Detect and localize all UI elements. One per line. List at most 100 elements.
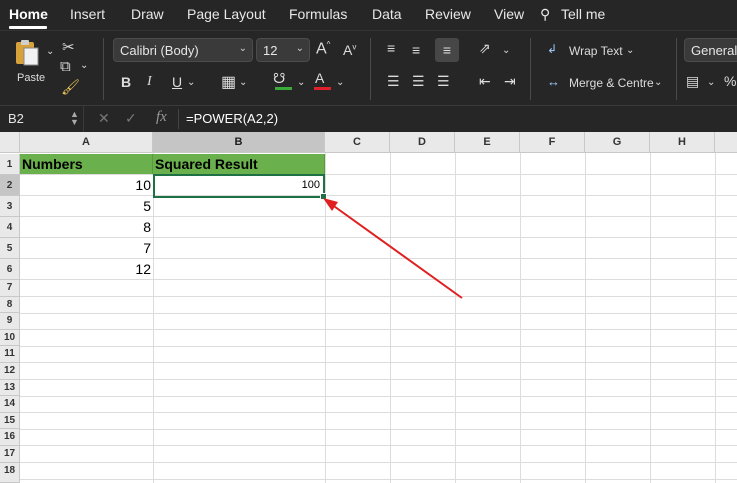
gridline [325, 153, 326, 483]
row-header-15[interactable]: 15 [0, 412, 20, 430]
underline-caret-icon[interactable]: ⌄ [187, 77, 195, 88]
gridline [20, 478, 737, 480]
row-header-3[interactable]: 3 [0, 196, 20, 217]
column-header-b[interactable]: B [153, 132, 325, 153]
column-header-f[interactable]: F [520, 132, 585, 153]
tab-data[interactable]: Data [372, 6, 402, 22]
tab-view[interactable]: View [494, 6, 524, 22]
paste-options-caret-icon[interactable]: ⌄ [46, 46, 54, 57]
merge-caret-icon[interactable]: ⌄ [654, 77, 662, 88]
tab-tell-me[interactable]: Tell me [561, 6, 605, 22]
increase-font-size-icon[interactable]: A^ [316, 40, 330, 58]
gridline [20, 445, 737, 447]
wrap-text-button[interactable]: Wrap Text [569, 44, 623, 58]
format-painter-icon[interactable]: 🖌 [61, 78, 80, 96]
orientation-caret-icon[interactable]: ⌄ [502, 45, 510, 56]
underline-button[interactable]: U [172, 74, 182, 90]
number-format-dropdown[interactable]: General [684, 38, 737, 62]
fill-caret-icon[interactable]: ⌄ [297, 77, 305, 88]
wrap-text-caret-icon[interactable]: ⌄ [626, 45, 634, 56]
column-header-partial[interactable] [715, 132, 737, 153]
enter-icon[interactable]: ✓ [125, 110, 137, 127]
active-tab-indicator [9, 26, 47, 29]
row-header-17[interactable]: 17 [0, 446, 20, 463]
cell-a2[interactable]: 10 [20, 175, 153, 195]
fill-handle[interactable] [320, 193, 327, 200]
fill-color-button[interactable]: ☋ [273, 70, 295, 92]
tell-me-icon[interactable]: ⚲ [540, 6, 550, 23]
borders-caret-icon[interactable]: ⌄ [239, 77, 247, 88]
paste-button[interactable] [12, 38, 46, 70]
select-all-corner[interactable] [0, 132, 20, 153]
bold-button[interactable]: B [121, 74, 131, 90]
row-header-18[interactable]: 18 [0, 462, 20, 483]
increase-indent-icon[interactable]: ⇥ [504, 73, 516, 90]
row-header-7[interactable]: 7 [0, 280, 20, 297]
row-header-8[interactable]: 8 [0, 296, 20, 314]
copy-icon[interactable]: ⧉ [60, 58, 71, 75]
cancel-icon[interactable]: ✕ [98, 110, 110, 127]
cut-icon[interactable]: ✂ [62, 38, 75, 56]
row-header-13[interactable]: 13 [0, 379, 20, 397]
gridline [20, 279, 737, 280]
row-header-5[interactable]: 5 [0, 238, 20, 259]
row-header-11[interactable]: 11 [0, 346, 20, 363]
ribbon: Home Insert Draw Page Layout Formulas Da… [0, 0, 737, 105]
cell-a3[interactable]: 5 [20, 196, 153, 216]
column-header-d[interactable]: D [390, 132, 455, 153]
align-left-icon[interactable]: ☰ [387, 73, 400, 90]
merge-centre-button[interactable]: Merge & Centre [569, 76, 654, 90]
cell-a1[interactable]: Numbers [20, 154, 153, 174]
chevron-down-icon: ⌄ [238, 43, 247, 54]
cell-a4[interactable]: 8 [20, 217, 153, 237]
orientation-icon[interactable]: ⇗ [479, 40, 491, 57]
italic-button[interactable]: I [147, 74, 152, 90]
tab-review[interactable]: Review [425, 6, 471, 22]
group-divider [676, 38, 677, 100]
font-size-dropdown[interactable]: 12 ⌄ [256, 38, 310, 62]
align-top-icon[interactable]: ≡ [387, 40, 395, 56]
column-header-a[interactable]: A [20, 132, 153, 153]
align-bottom-icon[interactable]: ≡ [435, 38, 459, 62]
decrease-font-size-icon[interactable]: Av [343, 42, 356, 58]
column-header-e[interactable]: E [455, 132, 520, 153]
align-center-icon[interactable]: ☰ [412, 73, 425, 90]
formula-input[interactable]: =POWER(A2,2) [186, 111, 278, 126]
currency-format-icon[interactable]: ▤ [686, 73, 699, 90]
font-color-button[interactable]: A [312, 70, 334, 92]
tab-formulas[interactable]: Formulas [289, 6, 347, 22]
align-middle-icon[interactable]: ≡ [412, 42, 420, 58]
row-header-10[interactable]: 10 [0, 329, 20, 347]
percent-icon[interactable]: % [724, 73, 736, 89]
borders-icon[interactable]: ▦ [221, 72, 236, 92]
name-box-stepper-icon[interactable]: ▲ ▼ [70, 110, 79, 127]
font-name-dropdown[interactable]: Calibri (Body) ⌄ [113, 38, 253, 62]
row-header-9[interactable]: 9 [0, 313, 20, 330]
column-header-g[interactable]: G [585, 132, 650, 153]
row-header-6[interactable]: 6 [0, 259, 20, 280]
decrease-indent-icon[interactable]: ⇤ [479, 73, 491, 90]
active-cell-selection [153, 174, 325, 198]
column-header-h[interactable]: H [650, 132, 715, 153]
row-header-16[interactable]: 16 [0, 429, 20, 446]
column-header-c[interactable]: C [325, 132, 390, 153]
row-header-14[interactable]: 14 [0, 396, 20, 413]
tab-page-layout[interactable]: Page Layout [187, 6, 266, 22]
tab-home[interactable]: Home [9, 6, 48, 22]
tab-draw[interactable]: Draw [131, 6, 164, 22]
cell-a6[interactable]: 12 [20, 259, 153, 279]
row-header-1[interactable]: 1 [0, 154, 20, 175]
cell-b1[interactable]: Squared Result [153, 154, 325, 174]
tab-insert[interactable]: Insert [70, 6, 105, 22]
cell-a5[interactable]: 7 [20, 238, 153, 258]
currency-caret-icon[interactable]: ⌄ [707, 77, 715, 88]
group-divider [370, 38, 371, 100]
font-color-caret-icon[interactable]: ⌄ [336, 77, 344, 88]
row-header-12[interactable]: 12 [0, 363, 20, 380]
row-header-2[interactable]: 2 [0, 175, 20, 196]
row-header-4[interactable]: 4 [0, 217, 20, 238]
align-right-icon[interactable]: ☰ [437, 73, 450, 90]
number-format-value: General [691, 43, 737, 58]
insert-function-icon[interactable]: fx [156, 109, 167, 126]
copy-caret-icon[interactable]: ⌄ [80, 60, 88, 71]
